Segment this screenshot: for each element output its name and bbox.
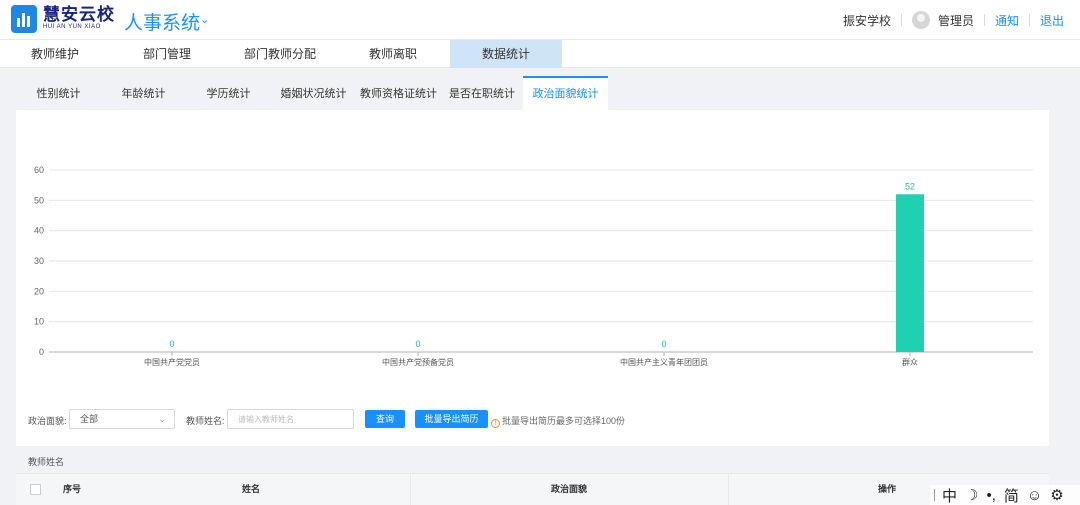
nav-item-teacher-maintain[interactable]: 教师维护 bbox=[0, 40, 110, 68]
divider bbox=[900, 14, 902, 26]
school-name[interactable]: 振安学校 bbox=[843, 12, 891, 29]
political-label: 政治面貌: bbox=[28, 416, 67, 426]
tab-age[interactable]: 年龄统计 bbox=[101, 76, 186, 110]
export-tip: ! 批量导出简历最多可选择100份 bbox=[491, 414, 625, 428]
ime-simplified-icon[interactable]: 简 bbox=[1004, 485, 1019, 505]
info-icon: ! bbox=[491, 419, 500, 428]
x-tick-label: 中国共产党预备党员 bbox=[382, 357, 454, 367]
tab-marriage[interactable]: 婚姻状况统计 bbox=[271, 76, 356, 110]
tab-employment[interactable]: 是否在职统计 bbox=[441, 76, 523, 110]
x-tick-label: 群众 bbox=[902, 357, 918, 367]
chevron-down-icon: ⌄ bbox=[158, 414, 166, 424]
bar-chart: 0 10 20 30 40 50 60 0 中国共产党党员 0 中国共产党预备党员 0 中国共产主义青年… bbox=[34, 165, 1033, 367]
nav-item-department-assign[interactable]: 部门教师分配 bbox=[225, 40, 335, 68]
divider bbox=[1028, 14, 1030, 26]
name-label: 教师姓名: bbox=[186, 416, 225, 426]
nav-item-statistics[interactable]: 数据统计 bbox=[450, 40, 562, 68]
logo-subtitle: HUI AN YUN XIAO bbox=[43, 24, 101, 30]
y-tick-label: 10 bbox=[34, 317, 44, 327]
ime-grip[interactable] bbox=[934, 489, 936, 501]
export-tip-text: 批量导出简历最多可选择100份 bbox=[502, 416, 626, 426]
nav-item-department[interactable]: 部门管理 bbox=[112, 40, 222, 68]
logo-title: 慧安云校 bbox=[43, 5, 115, 24]
divider bbox=[983, 14, 985, 26]
political-select[interactable]: 全部 ⌄ bbox=[69, 409, 175, 429]
logout-link[interactable]: 退出 bbox=[1040, 12, 1064, 29]
ime-punct-icon[interactable]: •, bbox=[986, 487, 995, 504]
col-political: 政治面貌 bbox=[550, 484, 587, 494]
header-right: 振安学校 管理员 通知 退出 bbox=[843, 10, 1064, 30]
system-title[interactable]: 人事系统 bbox=[124, 8, 200, 35]
logo-icon bbox=[11, 5, 37, 33]
avatar-icon[interactable] bbox=[911, 11, 930, 29]
data-label: 0 bbox=[415, 339, 420, 349]
data-label: 0 bbox=[169, 339, 174, 349]
table-title: 教师姓名 bbox=[28, 457, 65, 467]
x-tick-label: 中国共产党党员 bbox=[144, 357, 200, 367]
ime-moon-icon[interactable]: ☽ bbox=[965, 486, 978, 504]
y-tick-label: 0 bbox=[39, 347, 44, 357]
query-button[interactable]: 查询 bbox=[365, 410, 405, 428]
col-index: 序号 bbox=[62, 484, 81, 494]
select-all-checkbox[interactable] bbox=[30, 484, 41, 495]
y-tick-label: 30 bbox=[34, 256, 44, 266]
political-select-value: 全部 bbox=[80, 414, 99, 424]
user-name[interactable]: 管理员 bbox=[938, 12, 974, 29]
tab-certificate[interactable]: 教师资格证统计 bbox=[356, 76, 441, 110]
nav-item-resign[interactable]: 教师离职 bbox=[338, 40, 448, 68]
ime-mode-icon[interactable]: 中 bbox=[942, 485, 957, 505]
table-header: 序号 姓名 政治面貌 操作 bbox=[16, 473, 1049, 505]
notify-link[interactable]: 通知 bbox=[995, 12, 1019, 29]
data-label: 52 bbox=[905, 181, 915, 191]
bar bbox=[896, 194, 924, 352]
col-name: 姓名 bbox=[241, 484, 260, 494]
tab-education[interactable]: 学历统计 bbox=[186, 76, 271, 110]
app-header: 慧安云校 HUI AN YUN XIAO 人事系统 ⌄ 振安学校 管理员 通知 … bbox=[0, 0, 1080, 40]
data-label: 0 bbox=[661, 339, 666, 349]
ime-emoji-icon[interactable]: ☺ bbox=[1027, 487, 1042, 504]
export-button[interactable]: 批量导出简历 bbox=[415, 410, 488, 428]
main-nav: 教师维护 部门管理 部门教师分配 教师离职 数据统计 bbox=[0, 40, 1080, 68]
y-tick-label: 50 bbox=[34, 195, 44, 205]
tab-political[interactable]: 政治面貌统计 bbox=[523, 76, 608, 110]
y-tick-label: 60 bbox=[34, 165, 44, 175]
x-tick-label: 中国共产主义青年团团员 bbox=[620, 357, 708, 367]
name-input[interactable] bbox=[227, 409, 354, 429]
ime-settings-icon[interactable]: ⚙ bbox=[1050, 486, 1063, 504]
sub-tabs: 性别统计 年龄统计 学历统计 婚姻状况统计 教师资格证统计 是否在职统计 政治面… bbox=[16, 76, 1049, 110]
tab-gender[interactable]: 性别统计 bbox=[16, 76, 101, 110]
y-tick-label: 40 bbox=[34, 226, 44, 236]
y-tick-label: 20 bbox=[34, 286, 44, 296]
chevron-down-icon[interactable]: ⌄ bbox=[200, 13, 209, 26]
ime-toolbar: 中 ☽ •, 简 ☺ ⚙ bbox=[930, 485, 1080, 505]
chart-panel: 0 10 20 30 40 50 60 0 中国共产党党员 0 中国共产党预备党员 0 中国共产主义青年… bbox=[16, 110, 1049, 446]
